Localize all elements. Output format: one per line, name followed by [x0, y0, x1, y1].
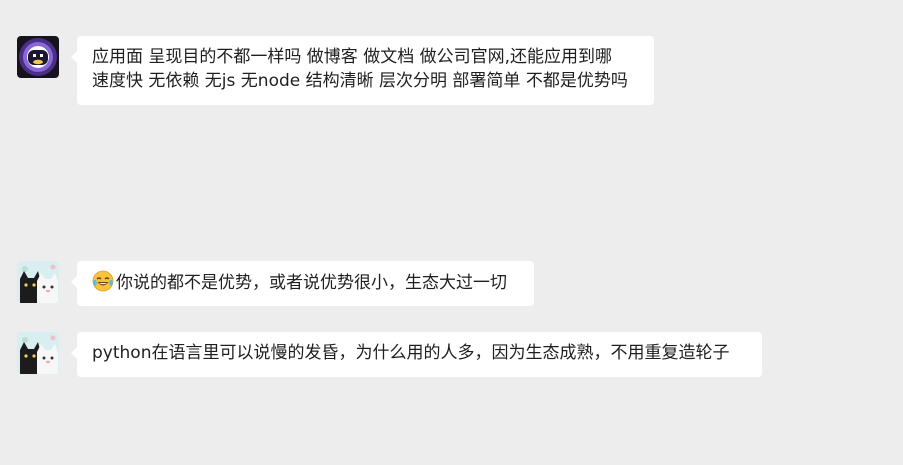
bot-avatar[interactable] [17, 36, 59, 78]
cat-duo-icon [17, 332, 59, 374]
tears-of-joy-emoji-icon [92, 270, 114, 292]
cat-avatar[interactable] [17, 261, 59, 303]
message-bubble[interactable]: 应用面 呈现目的不都一样吗 做博客 做文档 做公司官网,还能应用到哪 速度快 无… [71, 36, 654, 105]
message-text-line: 应用面 呈现目的不都一样吗 做博客 做文档 做公司官网,还能应用到哪 [92, 47, 613, 67]
message-bubble[interactable]: 你说的都不是优势，或者说优势很小，生态大过一切 [71, 261, 534, 306]
robot-face-icon [17, 36, 59, 78]
message-text: python在语言里可以说慢的发昏，为什么用的人多，因为生态成熟，不用重复造轮子 [92, 343, 730, 363]
cat-avatar[interactable] [17, 332, 59, 374]
message-text-line: 速度快 无依赖 无js 无node 结构清晰 层次分明 部署简单 不都是优势吗 [92, 71, 628, 91]
message-bubble[interactable]: python在语言里可以说慢的发昏，为什么用的人多，因为生态成熟，不用重复造轮子 [71, 332, 762, 377]
message-text: 你说的都不是优势，或者说优势很小，生态大过一切 [116, 273, 507, 293]
cat-duo-icon [17, 261, 59, 303]
